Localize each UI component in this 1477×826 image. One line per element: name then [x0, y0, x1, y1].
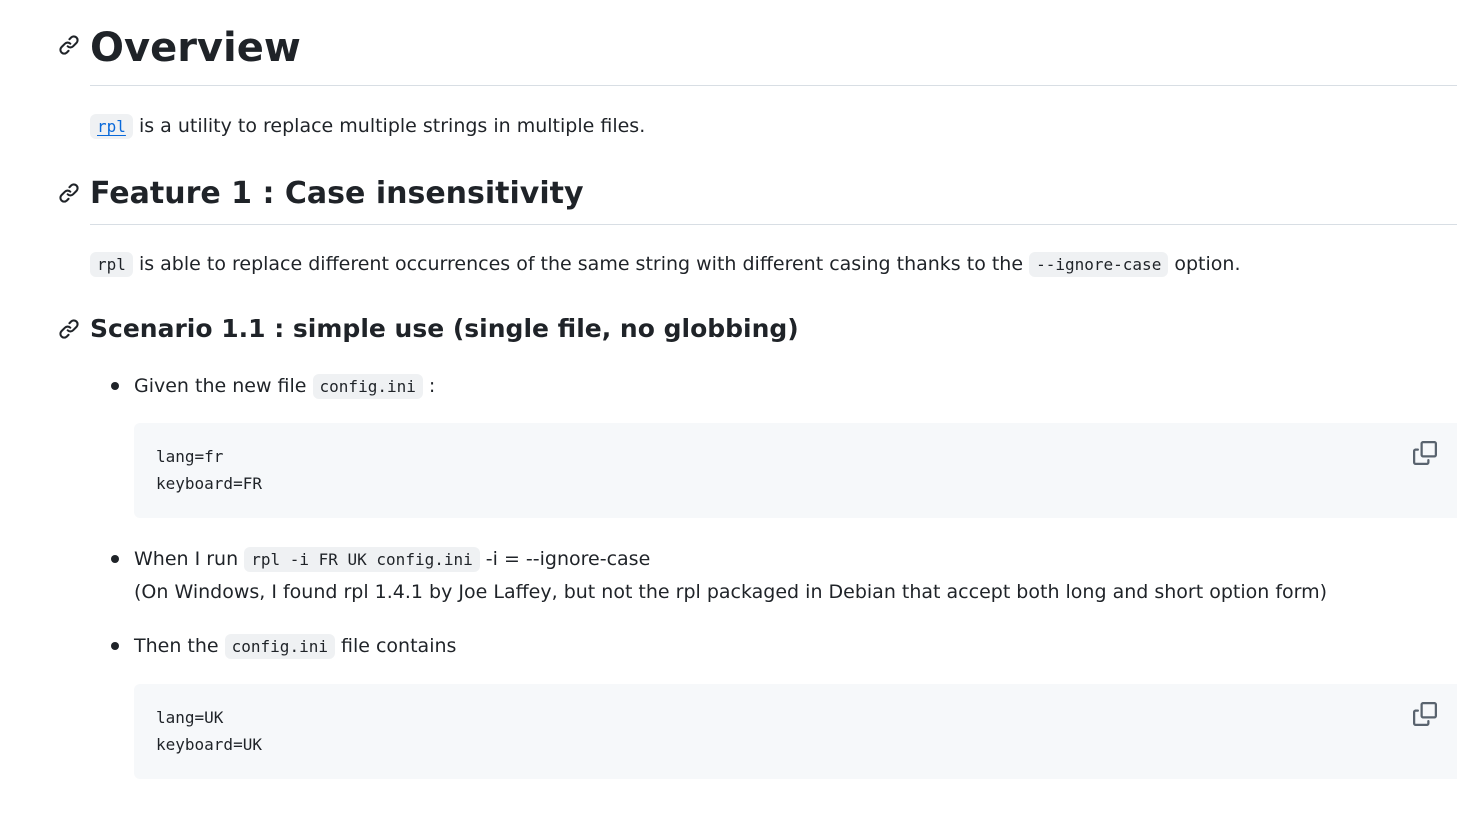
- link-icon: [59, 183, 79, 203]
- step3-text-before: Then the: [134, 635, 225, 657]
- ignore-case-inline-code: --ignore-case: [1029, 252, 1169, 277]
- feature1-text-after: option.: [1168, 253, 1241, 275]
- bullet-dot: [111, 382, 119, 390]
- overview-heading: Overview: [90, 25, 301, 71]
- step3-text: Then the config.ini file contains: [134, 630, 456, 663]
- rpl-link[interactable]: rpl: [90, 114, 133, 139]
- bullet-dot: [111, 555, 119, 563]
- scenario-anchor-link[interactable]: [58, 318, 80, 340]
- feature1-text-before: is able to replace different occurrences…: [132, 253, 1030, 275]
- link-icon: [59, 35, 79, 55]
- code-block-initial: lang=fr keyboard=FR: [134, 423, 1457, 518]
- step2-text: When I run rpl -i FR UK config.ini -i = …: [134, 543, 650, 576]
- code-block-initial-content: lang=fr keyboard=FR: [156, 447, 262, 493]
- feature1-heading: Feature 1 : Case insensitivity: [90, 176, 584, 211]
- link-icon: [59, 319, 79, 339]
- code-block-result: lang=UK keyboard=UK: [134, 684, 1457, 779]
- step2-text-before: When I run: [134, 548, 245, 570]
- scenario-heading: Scenario 1.1 : simple use (single file, …: [90, 314, 799, 343]
- feature1-anchor-link[interactable]: [58, 182, 80, 204]
- feature1-paragraph: rpl is able to replace different occurre…: [90, 248, 1241, 281]
- step2-note: (On Windows, I found rpl 1.4.1 by Joe La…: [134, 581, 1328, 603]
- copy-button[interactable]: [1411, 700, 1439, 728]
- feature1-rule: [90, 224, 1457, 225]
- overview-rule: [90, 85, 1457, 86]
- copy-icon: [1413, 441, 1437, 465]
- rpl-link-code: rpl: [90, 114, 133, 139]
- rpl-inline-code: rpl: [90, 252, 133, 277]
- step2-text-after: -i = --ignore-case: [479, 548, 651, 570]
- markdown-body: Overview rpl is a utility to replace mul…: [0, 0, 1477, 826]
- step1-text-before: Given the new file: [134, 375, 313, 397]
- config-ini-inline-code: config.ini: [224, 634, 335, 659]
- step1-text-after: :: [422, 375, 436, 397]
- copy-icon: [1413, 702, 1437, 726]
- overview-intro-text: is a utility to replace multiple strings…: [132, 115, 646, 137]
- bullet-dot: [111, 642, 119, 650]
- rpl-command-inline-code: rpl -i FR UK config.ini: [244, 547, 480, 572]
- step1-text: Given the new file config.ini :: [134, 370, 435, 403]
- code-block-result-content: lang=UK keyboard=UK: [156, 708, 262, 754]
- overview-paragraph: rpl is a utility to replace multiple str…: [90, 110, 645, 143]
- config-ini-inline-code: config.ini: [312, 374, 423, 399]
- overview-anchor-link[interactable]: [58, 34, 80, 56]
- copy-button[interactable]: [1411, 439, 1439, 467]
- step3-text-after: file contains: [334, 635, 457, 657]
